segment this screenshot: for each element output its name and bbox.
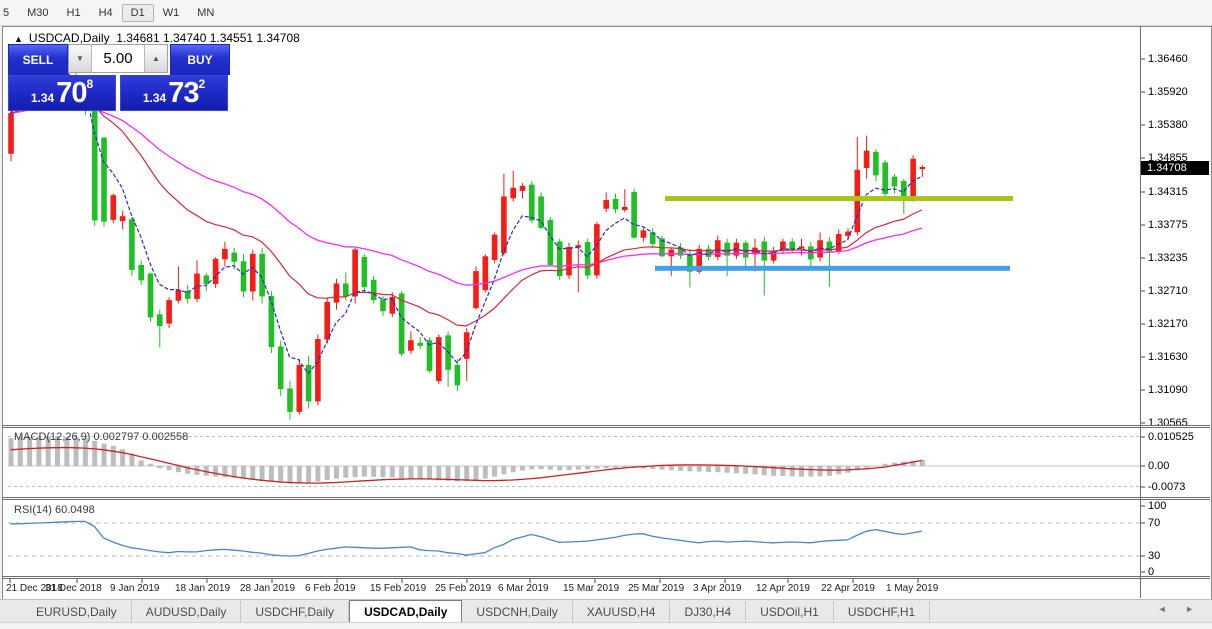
volume-box: ▼ 5.00 ▲ (68, 44, 168, 73)
date-axis-label: 12 Apr 2019 (756, 583, 810, 594)
date-axis-label: 31 Dec 2018 (45, 583, 102, 594)
date-axis-label: 25 Feb 2019 (435, 583, 492, 594)
chart-tab-xauusd-h4[interactable]: XAUUSD,H4 (573, 601, 671, 623)
chart-tab-usdcad-daily[interactable]: USDCAD,Daily (349, 600, 463, 623)
chart-tab-bar: EURUSD,Daily AUDUSD,Daily USDCHF,Daily USDC… (0, 599, 1212, 623)
sell-price-prefix: 1.34 (30, 91, 55, 105)
volume-decrease-button[interactable]: ▼ (69, 45, 92, 72)
date-axis-label: 15 Feb 2019 (370, 583, 427, 594)
price-axis-label: 1.35920 (1148, 86, 1188, 98)
price-axis-label: 1.31630 (1148, 351, 1188, 363)
price-axis-label: 1.33235 (1148, 252, 1188, 264)
buy-button[interactable]: BUY (170, 44, 230, 75)
macd-axis-label: 0.00 (1148, 460, 1170, 472)
date-axis-label: 22 Apr 2019 (821, 583, 875, 594)
sell-price-panel[interactable]: 1.34 70 8 (8, 75, 116, 111)
chart-ohlc-values: 1.34681 1.34740 1.34551 1.34708 (116, 31, 300, 45)
date-axis-label: 1 May 2019 (886, 583, 939, 594)
spin-down-icon: ▼ (76, 54, 84, 63)
chart-tab-usdcnh-daily[interactable]: USDCNH,Daily (462, 601, 573, 623)
chart-tab-dj30-h4[interactable]: DJ30,H4 (670, 601, 747, 623)
date-axis-label: 3 Apr 2019 (693, 583, 742, 594)
timeframe-h4[interactable]: H4 (90, 4, 122, 22)
volume-increase-button[interactable]: ▲ (144, 45, 167, 72)
sell-button[interactable]: SELL (8, 44, 68, 75)
timeframe-toolbar: 5 M30 H1 H4 D1 W1 MN (0, 0, 1212, 26)
status-strip (0, 622, 1212, 629)
price-axis-label: 1.32170 (1148, 318, 1188, 330)
buy-price-sup: 2 (198, 77, 206, 91)
price-axis-label: 1.34315 (1148, 186, 1188, 198)
timeframe-m30[interactable]: M30 (18, 4, 57, 22)
chart-window (2, 26, 1212, 600)
price-axis-label: 1.32710 (1148, 285, 1188, 297)
buy-price-big: 73 (168, 77, 199, 109)
price-axis-label: 1.35380 (1148, 119, 1188, 131)
date-axis-label: 18 Jan 2019 (175, 583, 231, 594)
sell-price-sup: 8 (86, 77, 94, 91)
chart-symbol-label: USDCAD,Daily (28, 31, 110, 45)
timeframe-d1[interactable]: D1 (121, 4, 154, 22)
chart-tab-usdoil-h1[interactable]: USDOil,H1 (746, 601, 834, 623)
timeframe-mn[interactable]: MN (188, 4, 223, 22)
date-axis-label: 28 Jan 2019 (240, 583, 296, 594)
chart-tab-eurusd-daily[interactable]: EURUSD,Daily (22, 601, 132, 623)
spin-up-icon: ▲ (152, 54, 160, 63)
date-axis-label: 15 Mar 2019 (563, 583, 620, 594)
current-price-marker: 1.34708 (1141, 161, 1209, 175)
mt4-window: 5 M30 H1 H4 D1 W1 MN ▲ USDCAD,Daily 1.34681 1.3… (0, 0, 1212, 629)
chart-title: ▲ USDCAD,Daily 1.34681 1.34740 1.34551 1.… (14, 31, 300, 45)
tab-scroll-arrows[interactable]: ◄ ► (1158, 604, 1202, 614)
date-axis-label: 9 Jan 2019 (110, 583, 160, 594)
buy-price-prefix: 1.34 (142, 91, 167, 105)
macd-axis-label: 0.010525 (1148, 431, 1194, 443)
date-axis-label: 25 Mar 2019 (628, 583, 685, 594)
price-axis-label: 1.36460 (1148, 53, 1188, 65)
timeframe-5[interactable]: 5 (0, 4, 18, 22)
rsi-axis-label: 30 (1148, 550, 1161, 562)
sell-price-big: 70 (56, 77, 87, 109)
collapse-chart-icon[interactable]: ▲ (14, 34, 23, 44)
one-click-trading-widget: SELL ▼ 5.00 ▲ BUY 1.34 70 8 1.34 73 2 (8, 44, 230, 111)
rsi-axis-label: 70 (1148, 517, 1161, 529)
chart-tab-usdchf-daily[interactable]: USDCHF,Daily (241, 601, 350, 623)
date-axis-label: 6 Feb 2019 (305, 583, 356, 594)
rsi-axis-label: 100 (1148, 500, 1167, 512)
timeframe-w1[interactable]: W1 (154, 4, 189, 22)
date-axis-label: 6 Mar 2019 (498, 583, 549, 594)
volume-input[interactable]: 5.00 (92, 45, 144, 72)
chart-tab-audusd-daily[interactable]: AUDUSD,Daily (132, 601, 242, 623)
macd-axis-label: -0.0073 (1148, 481, 1186, 493)
rsi-label: RSI(14) 60.0498 (14, 504, 95, 516)
timeframe-h1[interactable]: H1 (58, 4, 90, 22)
macd-label: MACD(12,26,9) 0.002797 0.002558 (14, 431, 189, 443)
buy-price-panel[interactable]: 1.34 73 2 (120, 75, 228, 111)
chart-tab-usdchf-h1[interactable]: USDCHF,H1 (834, 601, 931, 623)
price-axis-label: 1.33775 (1148, 219, 1188, 231)
price-axis-label: 1.31090 (1148, 384, 1188, 396)
